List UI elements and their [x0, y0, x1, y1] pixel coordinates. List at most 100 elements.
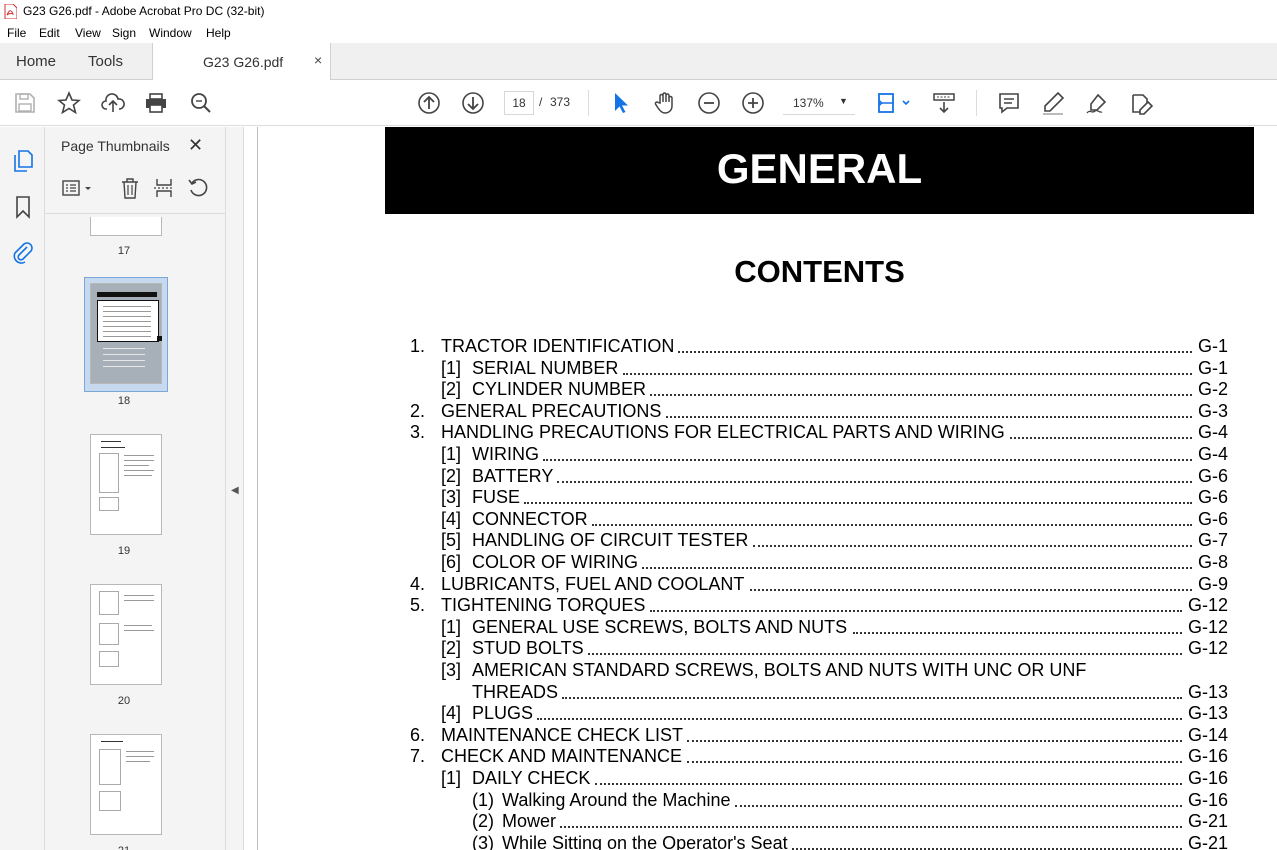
toc-title: MAINTENANCE CHECK LIST	[441, 725, 684, 745]
toc-number: [3]	[441, 660, 462, 680]
toc-page-number: G-4	[1197, 422, 1228, 442]
menu-window[interactable]: Window	[149, 26, 192, 40]
toc-page-number: G-16	[1187, 746, 1228, 766]
toc-leader	[524, 502, 1192, 504]
toc-leader	[587, 653, 1182, 655]
upload-icon[interactable]	[101, 91, 125, 115]
toc-page-number: G-14	[1187, 725, 1228, 745]
fit-page-icon[interactable]	[876, 91, 912, 115]
toc-entry[interactable]: 2. GENERAL PRECAUTIONS G-3	[244, 401, 1254, 423]
select-arrow-icon[interactable]	[609, 91, 633, 115]
toc-page-number: G-6	[1197, 466, 1228, 486]
toc-number: [4]	[441, 703, 462, 723]
highlight-icon[interactable]	[1041, 91, 1065, 115]
toc-page-number: G-13	[1187, 682, 1228, 702]
star-icon[interactable]	[56, 90, 82, 115]
toc-entry[interactable]: [3] AMERICAN STANDARD SCREWS, BOLTS AND N…	[244, 660, 1254, 682]
toc-entry[interactable]: 5. TIGHTENING TORQUES G-12	[244, 595, 1254, 617]
menu-sign[interactable]: Sign	[112, 26, 136, 40]
toc-entry[interactable]: [5] HANDLING OF CIRCUIT TESTER G-7	[244, 530, 1254, 552]
close-tab-icon[interactable]: ×	[314, 52, 322, 68]
edit-pdf-icon[interactable]	[1129, 91, 1154, 115]
thumbnail-options-icon[interactable]	[61, 177, 97, 199]
thumbnail-label: 17	[117, 245, 131, 257]
toc-entry[interactable]: [6] COLOR OF WIRING G-8	[244, 552, 1254, 574]
rotate-page-icon[interactable]	[187, 177, 209, 199]
extract-page-icon[interactable]	[153, 177, 175, 199]
toc-leader	[1010, 437, 1192, 439]
toc-entry[interactable]: [1] WIRING G-4	[244, 444, 1254, 466]
toc-entry[interactable]: 1. TRACTOR IDENTIFICATION G-1	[244, 336, 1254, 358]
toc-leader	[852, 632, 1182, 634]
toc-entry[interactable]: [2] BATTERY G-6	[244, 466, 1254, 488]
toc-entry[interactable]: (3) While Sitting on the Operator's Seat G…	[244, 833, 1254, 850]
zoom-select[interactable]: 137% ▼	[783, 91, 855, 115]
page-down-icon[interactable]	[461, 91, 485, 115]
toc-entry[interactable]: [4] PLUGS G-13	[244, 703, 1254, 725]
window-title: G23 G26.pdf - Adobe Acrobat Pro DC (32-b…	[23, 4, 265, 18]
scroll-mode-icon[interactable]	[932, 91, 956, 115]
toc-entry[interactable]: [1] DAILY CHECK G-16	[244, 768, 1254, 790]
tab-bar: Home Tools G23 G26.pdf ×	[0, 43, 1277, 80]
zoom-out-icon[interactable]	[697, 91, 721, 115]
hand-icon[interactable]	[653, 91, 677, 115]
thumbnail-page-18[interactable]	[90, 283, 162, 384]
print-icon[interactable]	[144, 91, 168, 115]
page-thumbnails-icon[interactable]	[11, 149, 35, 173]
menu-edit[interactable]: Edit	[39, 26, 60, 40]
thumbnail-page-17[interactable]	[90, 217, 162, 236]
page-up-icon[interactable]	[417, 91, 441, 115]
toc-page-number: G-16	[1187, 768, 1228, 788]
toc-title: STUD BOLTS	[472, 638, 584, 658]
toc-entry[interactable]: [1] SERIAL NUMBER G-1	[244, 358, 1254, 380]
toc-entry[interactable]: 7. CHECK AND MAINTENANCE G-16	[244, 746, 1254, 768]
menu-file[interactable]: File	[7, 26, 26, 40]
toc-number: (2)	[472, 811, 494, 831]
tab-document[interactable]: G23 G26.pdf ×	[152, 43, 331, 80]
close-panel-icon[interactable]: ✕	[188, 135, 203, 156]
bookmark-icon[interactable]	[11, 195, 35, 219]
save-icon[interactable]	[13, 91, 37, 115]
toc-entry[interactable]: [1] GENERAL USE SCREWS, BOLTS AND NUTS G-1…	[244, 617, 1254, 639]
comment-icon[interactable]	[997, 91, 1021, 115]
attachment-icon[interactable]	[11, 240, 35, 264]
toc-entry[interactable]: (1) Walking Around the Machine G-16	[244, 790, 1254, 812]
thumbnail-page-19[interactable]	[90, 434, 162, 535]
thumbnail-label: 20	[117, 695, 131, 707]
toc-leader	[537, 718, 1182, 720]
toc-title: CYLINDER NUMBER	[472, 379, 647, 399]
toc-entry[interactable]: [2] STUD BOLTS G-12	[244, 638, 1254, 660]
tab-home[interactable]: Home	[16, 53, 56, 70]
toc-entry[interactable]: [2] CYLINDER NUMBER G-2	[244, 379, 1254, 401]
menu-view[interactable]: View	[75, 26, 101, 40]
thumbnail-page-20[interactable]	[90, 584, 162, 685]
delete-page-icon[interactable]	[119, 177, 141, 199]
toc-page-number: G-7	[1197, 530, 1228, 550]
search-icon[interactable]	[189, 91, 213, 115]
toc-entry[interactable]: THREADS G-13	[244, 682, 1254, 704]
toc-title: THREADS	[472, 682, 559, 702]
tab-tools[interactable]: Tools	[88, 53, 123, 70]
zoom-in-icon[interactable]	[741, 91, 765, 115]
toc-page-number: G-16	[1187, 790, 1228, 810]
toc-entry[interactable]: [3] FUSE G-6	[244, 487, 1254, 509]
toc-title: LUBRICANTS, FUEL AND COOLANT	[441, 574, 745, 594]
page-number-input[interactable]: 18	[504, 91, 534, 115]
toc-number: 2.	[410, 401, 426, 421]
toc-entry[interactable]: 4. LUBRICANTS, FUEL AND COOLANT G-9	[244, 574, 1254, 596]
toc-leader	[562, 697, 1182, 699]
toc-page-number: G-4	[1197, 444, 1228, 464]
toc-entry[interactable]: 6. MAINTENANCE CHECK LIST G-14	[244, 725, 1254, 747]
panel-collapse-handle[interactable]: ◀	[225, 127, 244, 850]
toc-entry[interactable]: 3. HANDLING PRECAUTIONS FOR ELECTRICAL PA…	[244, 422, 1254, 444]
toc-page-number: G-3	[1197, 401, 1228, 421]
sign-icon[interactable]	[1085, 91, 1109, 115]
toc-entry[interactable]: (2) Mower G-21	[244, 811, 1254, 833]
thumbnail-page-21[interactable]	[90, 734, 162, 835]
menu-help[interactable]: Help	[206, 26, 231, 40]
toc-page-number: G-9	[1197, 574, 1228, 594]
toc-leader	[687, 740, 1182, 742]
collapse-arrow-icon[interactable]: ◀	[231, 485, 239, 496]
toc-title: TIGHTENING TORQUES	[441, 595, 646, 615]
toc-entry[interactable]: [4] CONNECTOR G-6	[244, 509, 1254, 531]
